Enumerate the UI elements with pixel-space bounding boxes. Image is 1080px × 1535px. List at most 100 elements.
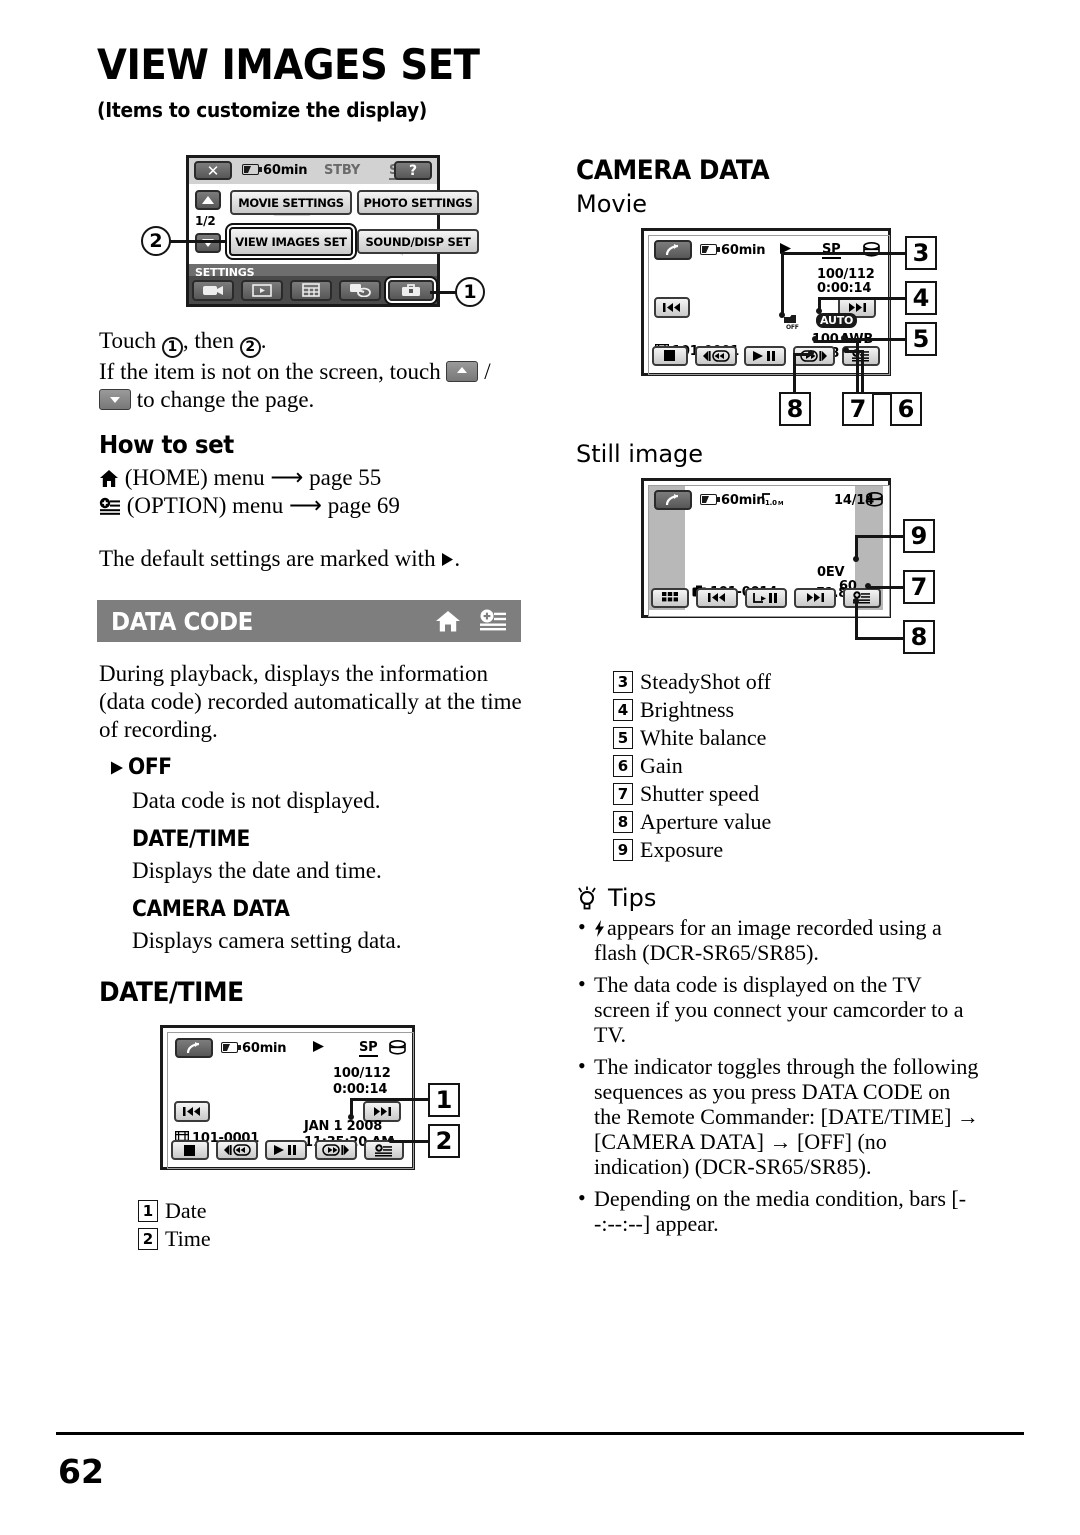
hard-disk-icon: [389, 1040, 406, 1055]
data-code-section-bar: DATA CODE: [97, 600, 521, 642]
settings-toolbox-tab-icon[interactable]: [387, 279, 434, 301]
legend-num: 8: [613, 811, 633, 833]
frame-reverse-icon[interactable]: [216, 1140, 259, 1160]
legend-label: Gain: [640, 753, 683, 778]
legend-row-date: 1 Date: [138, 1197, 207, 1225]
option-camera-data-desc: Displays camera setting data.: [132, 928, 402, 953]
page-indicator: 1/2: [195, 214, 216, 228]
tip-text: The data code is displayed on the TV scr…: [594, 972, 964, 1047]
play-pause-icon[interactable]: [743, 345, 786, 366]
callout-9-leader-v: [855, 535, 858, 558]
menu-status-bar: ✕ 60min STBY SP ?: [189, 158, 437, 184]
page-title: VIEW IMAGES SET: [97, 40, 480, 89]
movie-callout-8: 8: [779, 392, 811, 426]
still-callout-8-leader-h: [855, 637, 905, 640]
frame-advance-icon[interactable]: [793, 345, 836, 366]
scroll-instruction-mid: /: [478, 358, 491, 384]
callout-8-dot: [808, 350, 814, 356]
home-page-ref: page 55: [309, 465, 382, 490]
option-off-desc: Data code is not displayed.: [132, 788, 381, 813]
page-number: 62: [58, 1452, 104, 1491]
menu-item-photo-settings[interactable]: PHOTO SETTINGS: [357, 190, 479, 215]
tips-heading: Tips: [608, 884, 657, 912]
stop-icon[interactable]: [170, 1140, 209, 1160]
still-callout-7-dot: [865, 583, 871, 589]
callout-5-dot: [841, 335, 847, 341]
scroll-down-arrow[interactable]: [195, 233, 221, 253]
still-callout-8-leader-v: [855, 601, 858, 637]
legend-row: 6 Gain: [613, 752, 771, 780]
menu-item-movie-settings[interactable]: MOVIE SETTINGS: [230, 190, 352, 215]
still-callout-8: 8: [903, 620, 935, 654]
callout-2-dot: [388, 1137, 394, 1143]
section-bar-icons: [435, 609, 507, 633]
menu-callout-1-leader: [430, 291, 458, 294]
option-date-time-label: DATE/TIME: [132, 827, 250, 852]
manage-media-tab-icon[interactable]: [338, 279, 381, 301]
still-callout-8-dot: [853, 598, 859, 604]
callout-3-dot: [779, 312, 785, 318]
legend-label: Exposure: [640, 837, 724, 862]
touch-mid: , then: [182, 328, 240, 353]
option-off: OFF: [110, 755, 176, 781]
tip-item-bars: Depending on the media condition, bars […: [578, 1185, 982, 1236]
previous-track-icon[interactable]: [174, 1101, 210, 1122]
previous-track-icon[interactable]: [696, 587, 739, 608]
scroll-instruction-post: to change the page.: [131, 386, 315, 412]
back-arrow-icon[interactable]: [654, 490, 692, 510]
frame-reverse-icon[interactable]: [694, 345, 737, 366]
legend-label-date: Date: [165, 1198, 207, 1223]
tip-text: The indicator toggles through the follow…: [594, 1054, 979, 1179]
menu-item-view-images-set[interactable]: VIEW IMAGES SET: [229, 227, 353, 256]
recorded-date: JAN 1 2008: [304, 1119, 383, 1134]
option-date-time-desc: Displays the date and time.: [132, 858, 382, 883]
battery-time: 60min: [721, 243, 766, 258]
still-image-label: Still image: [576, 440, 704, 468]
home-icon: [99, 469, 119, 488]
menu-item-sound-disp-set[interactable]: SOUND/DISP SET: [357, 229, 479, 254]
tip-text: appears for an image recorded using a fl…: [594, 915, 942, 965]
playback-control-strip: [167, 1137, 408, 1163]
battery-icon: [700, 244, 720, 255]
previous-track-icon[interactable]: [654, 297, 690, 318]
option-menu-label: (OPTION) menu: [126, 493, 284, 518]
slideshow-pause-icon[interactable]: [744, 587, 787, 608]
camera-data-heading: CAMERA DATA: [576, 155, 770, 186]
movie-callout-7: 7: [842, 392, 874, 426]
legend-row: 9 Exposure: [613, 836, 771, 864]
legend-num: 5: [613, 727, 633, 749]
movie-callout-4: 4: [905, 281, 937, 315]
option-icon[interactable]: [364, 1140, 405, 1160]
scroll-up-arrow-icon: [446, 360, 479, 382]
callout-9-dot: [853, 556, 859, 562]
scroll-instruction-pre: If the item is not on the screen, touch: [99, 358, 447, 384]
help-button[interactable]: ?: [394, 161, 432, 180]
brightness-auto: AUTO: [816, 313, 858, 328]
callout-9-leader-h: [855, 535, 905, 538]
movie-label: Movie: [576, 190, 648, 218]
tips-list: appears for an image recorded using a fl…: [578, 914, 982, 1243]
close-x-icon[interactable]: ✕: [194, 161, 232, 180]
scroll-up-arrow[interactable]: [195, 190, 221, 210]
playback-tab-icon[interactable]: [241, 279, 284, 301]
next-track-icon[interactable]: [793, 587, 836, 608]
camera-data-legend-list: 3 SteadyShot off 4 Brightness 5 White ba…: [613, 668, 771, 864]
home-menu-screen-figure: ✕ 60min STBY SP ? 1/2: [186, 155, 479, 307]
index-thumbnail-icon[interactable]: [651, 587, 690, 608]
frame-advance-icon[interactable]: [314, 1140, 357, 1160]
back-arrow-icon[interactable]: [175, 1038, 213, 1058]
camera-data-still-screen-figure: 60min 1.0M 14/14 0EV 60 F1.8 101-0014: [641, 478, 891, 618]
tip-item-flash: appears for an image recorded using a fl…: [578, 914, 982, 965]
back-arrow-icon[interactable]: [654, 240, 692, 260]
lightbulb-icon: [576, 886, 598, 910]
grid-tab-icon[interactable]: [289, 279, 332, 301]
hard-disk-icon: [866, 492, 883, 507]
steadyshot-off-icon: OFF: [782, 314, 800, 330]
camera-tab-icon[interactable]: [192, 279, 235, 301]
svg-text:1.0: 1.0: [765, 499, 777, 507]
option-icon: [99, 497, 121, 516]
play-pause-icon[interactable]: [265, 1140, 308, 1160]
stop-icon[interactable]: [651, 345, 688, 366]
option-icon[interactable]: [842, 587, 881, 608]
battery-icon: [242, 164, 262, 175]
